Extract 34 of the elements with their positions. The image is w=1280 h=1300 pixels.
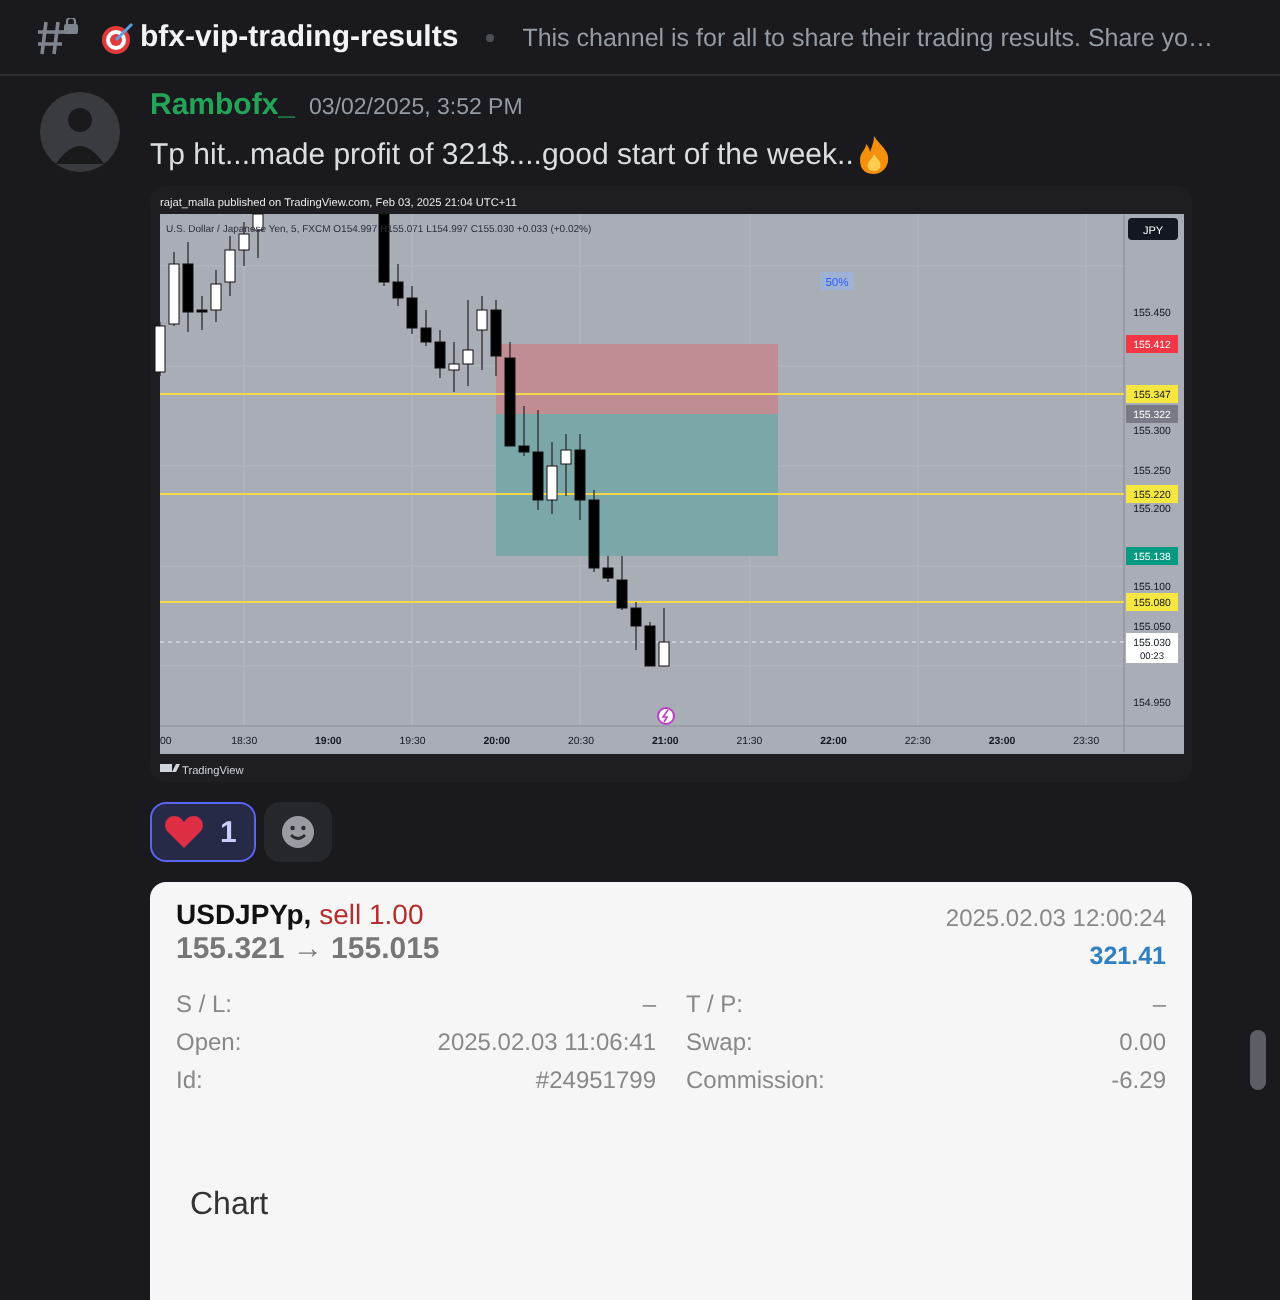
locked-channel-icon <box>36 17 80 57</box>
author-name[interactable]: Rambofx_ <box>150 88 296 122</box>
close-time: 2025.02.03 12:00:24 <box>945 904 1166 932</box>
tradingview-logo-icon <box>160 764 180 772</box>
add-reaction-button[interactable] <box>264 802 333 862</box>
field-value: -6.29 <box>1111 1066 1166 1094</box>
field-label: Id: <box>176 1066 203 1094</box>
heart-reaction[interactable]: 1 <box>150 802 257 862</box>
timestamp: 03/02/2025, 3:52 PM <box>309 96 523 120</box>
field-value: – <box>1152 990 1166 1018</box>
fire-icon <box>855 134 892 174</box>
field-value: 2025.02.03 11:06:41 <box>437 1028 656 1056</box>
target-icon <box>100 21 136 53</box>
trade-side: sell 1.00 <box>319 898 424 930</box>
field-value: 0.00 <box>1119 1028 1166 1056</box>
heart-icon <box>164 814 204 850</box>
field-label: T / P: <box>686 990 743 1018</box>
chart-screenshot[interactable] <box>150 186 1192 782</box>
field-value: – <box>642 990 656 1018</box>
field-label: Swap: <box>686 1028 753 1056</box>
trade-symbol: USDJPYp, <box>176 898 312 930</box>
lightning-marker-icon <box>657 707 675 725</box>
field-label: Open: <box>176 1028 242 1056</box>
smiley-icon <box>280 814 317 850</box>
field-value: #24951799 <box>535 1066 656 1094</box>
trade-prices: 155.321 → 155.015 <box>176 932 440 966</box>
chart-link[interactable]: Chart <box>190 1188 269 1224</box>
trade-profit: 321.41 <box>1087 942 1166 970</box>
field-label: Commission: <box>686 1066 825 1094</box>
channel-name: bfx-vip-trading-results <box>140 20 459 54</box>
scrollbar-thumb[interactable] <box>1250 1030 1266 1090</box>
channel-topic: This channel is for all to share their trading results. Share yo… <box>522 23 1213 51</box>
message-text: Tp hit...made profit of 321$....good start of the week.. <box>150 137 854 171</box>
field-label: S / L: <box>176 990 233 1018</box>
